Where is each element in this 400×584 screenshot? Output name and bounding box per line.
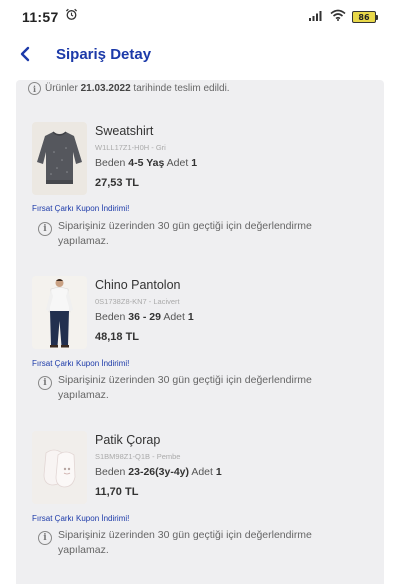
coupon-label: Fırsat Çarkı Kupon İndirimi! xyxy=(32,204,130,213)
chevron-left-icon xyxy=(20,46,30,62)
product-code: S1BM98Z1-Q1B - Pembe xyxy=(95,452,181,461)
product-size: Beden 23-26(3y-4y) Adet 1 xyxy=(95,466,222,478)
product-name[interactable]: Chino Pantolon xyxy=(95,278,355,292)
delivery-date: 21.03.2022 xyxy=(80,83,131,94)
evaluation-note: i Siparişiniz üzerinden 30 gün geçtiği i… xyxy=(38,373,338,403)
product-image[interactable] xyxy=(32,431,87,504)
coupon-label: Fırsat Çarkı Kupon İndirimi! xyxy=(32,514,130,523)
info-icon: i xyxy=(38,376,52,390)
alarm-icon xyxy=(65,8,78,26)
product-name[interactable]: Patik Çorap xyxy=(95,433,355,447)
product-price: 11,70 TL xyxy=(95,486,139,498)
battery-icon: 86 xyxy=(352,11,378,23)
signal-icon xyxy=(308,8,324,26)
back-button[interactable] xyxy=(0,34,50,74)
battery-level: 86 xyxy=(352,11,376,23)
delivery-note: i Ürünler 21.03.2022 tarihinde teslim ed… xyxy=(28,82,230,95)
product-size: Beden 4-5 Yaş Adet 1 xyxy=(95,157,198,169)
product-price: 48,18 TL xyxy=(95,331,140,343)
product-code: 0S1738Z8-KN7 - Lacivert xyxy=(95,297,180,306)
evaluation-note: i Siparişiniz üzerinden 30 gün geçtiği i… xyxy=(38,528,338,558)
product-price: 27,53 TL xyxy=(95,177,140,189)
info-icon: i xyxy=(38,222,52,236)
wifi-icon xyxy=(330,8,346,26)
info-icon: i xyxy=(38,531,52,545)
product-name[interactable]: Sweatshirt xyxy=(95,124,355,138)
product-size: Beden 36 - 29 Adet 1 xyxy=(95,311,194,323)
coupon-label: Fırsat Çarkı Kupon İndirimi! xyxy=(32,359,130,368)
product-code: W1LL17Z1-H0H - Gri xyxy=(95,143,166,152)
info-icon: i xyxy=(28,82,41,95)
evaluation-note: i Siparişiniz üzerinden 30 gün geçtiği i… xyxy=(38,219,338,249)
product-image[interactable] xyxy=(32,122,87,195)
status-time: 11:57 xyxy=(22,9,59,25)
app-header: Sipariş Detay xyxy=(0,34,400,74)
page-title: Sipariş Detay xyxy=(56,45,152,63)
status-bar: 11:57 86 xyxy=(0,0,400,34)
product-image[interactable] xyxy=(32,276,87,349)
